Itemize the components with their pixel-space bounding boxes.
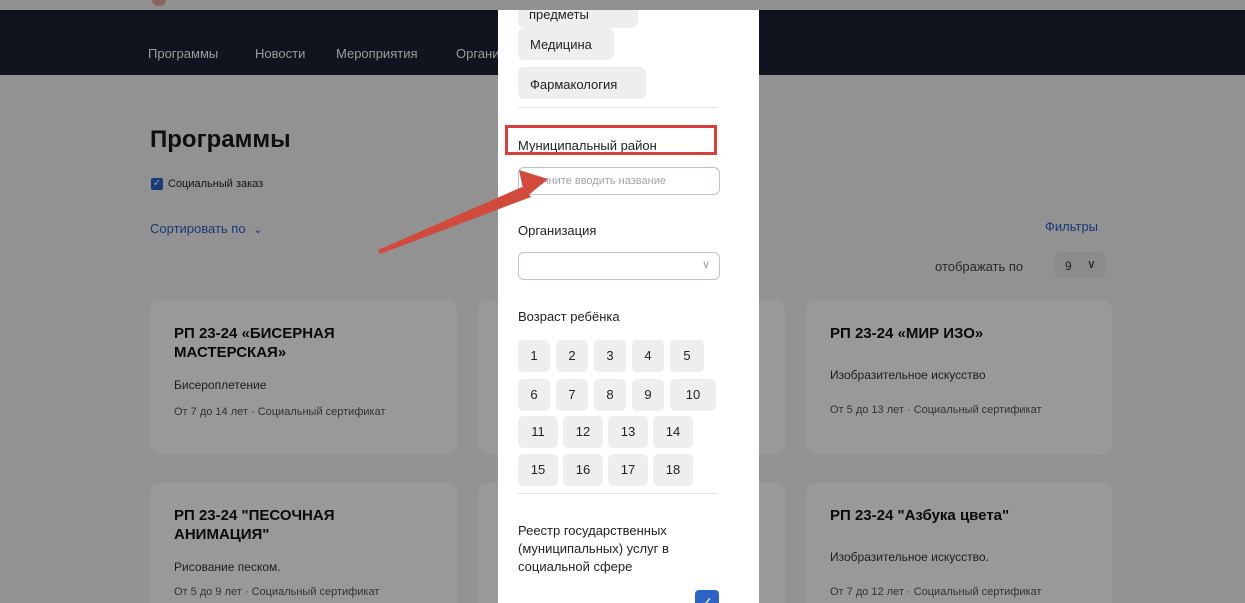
annotation-arrow-icon xyxy=(378,170,548,254)
page: Программы Новости Мероприятия Органи Про… xyxy=(0,0,1245,603)
